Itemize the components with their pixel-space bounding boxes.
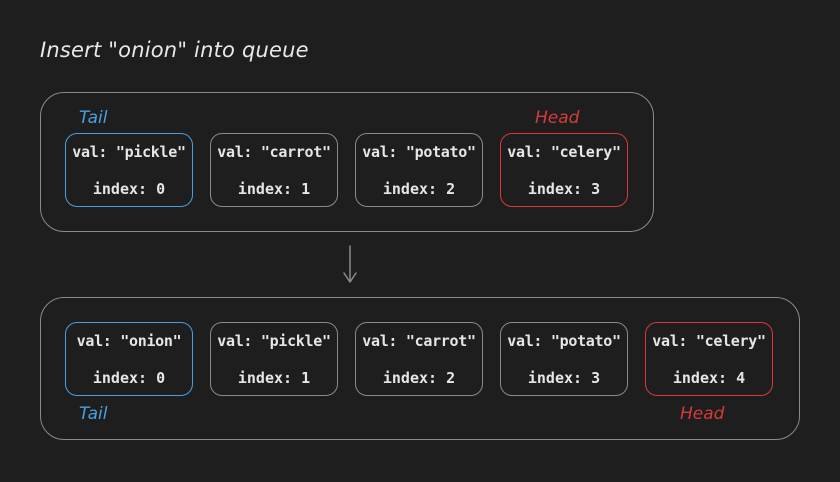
tail-label-before: Tail (79, 108, 108, 128)
node-value: val: "onion" (76, 332, 182, 350)
queue-before-node-3: val: "celery" index: 3 (500, 133, 628, 207)
node-index: index: 3 (527, 369, 601, 387)
node-value: val: "carrot" (362, 332, 476, 350)
node-value: val: "potato" (507, 332, 621, 350)
queue-after-node-3: val: "potato" index: 3 (500, 322, 628, 396)
queue-before-node-0: val: "pickle" index: 0 (65, 133, 193, 207)
node-value: val: "celery" (507, 143, 621, 161)
node-index: index: 2 (382, 180, 456, 198)
node-value: val: "pickle" (72, 143, 186, 161)
queue-after-node-2: val: "carrot" index: 2 (355, 322, 483, 396)
node-value: val: "pickle" (217, 332, 331, 350)
queue-after-node-0: val: "onion" index: 0 (65, 322, 193, 396)
queue-after-node-1: val: "pickle" index: 1 (210, 322, 338, 396)
queue-before-node-2: val: "potato" index: 2 (355, 133, 483, 207)
tail-label-after: Tail (79, 404, 108, 424)
node-value: val: "potato" (362, 143, 476, 161)
node-index: index: 1 (237, 369, 311, 387)
node-index: index: 0 (92, 180, 166, 198)
arrow-down-icon (343, 245, 357, 283)
node-value: val: "celery" (652, 332, 766, 350)
node-index: index: 3 (527, 180, 601, 198)
diagram-title: Insert "onion" into queue (40, 38, 309, 62)
head-label-after: Head (680, 404, 725, 424)
queue-before-node-1: val: "carrot" index: 1 (210, 133, 338, 207)
head-label-before: Head (535, 108, 580, 128)
queue-after-node-4: val: "celery" index: 4 (645, 322, 773, 396)
node-index: index: 0 (92, 369, 166, 387)
node-index: index: 4 (672, 369, 746, 387)
node-index: index: 2 (382, 369, 456, 387)
node-index: index: 1 (237, 180, 311, 198)
node-value: val: "carrot" (217, 143, 331, 161)
